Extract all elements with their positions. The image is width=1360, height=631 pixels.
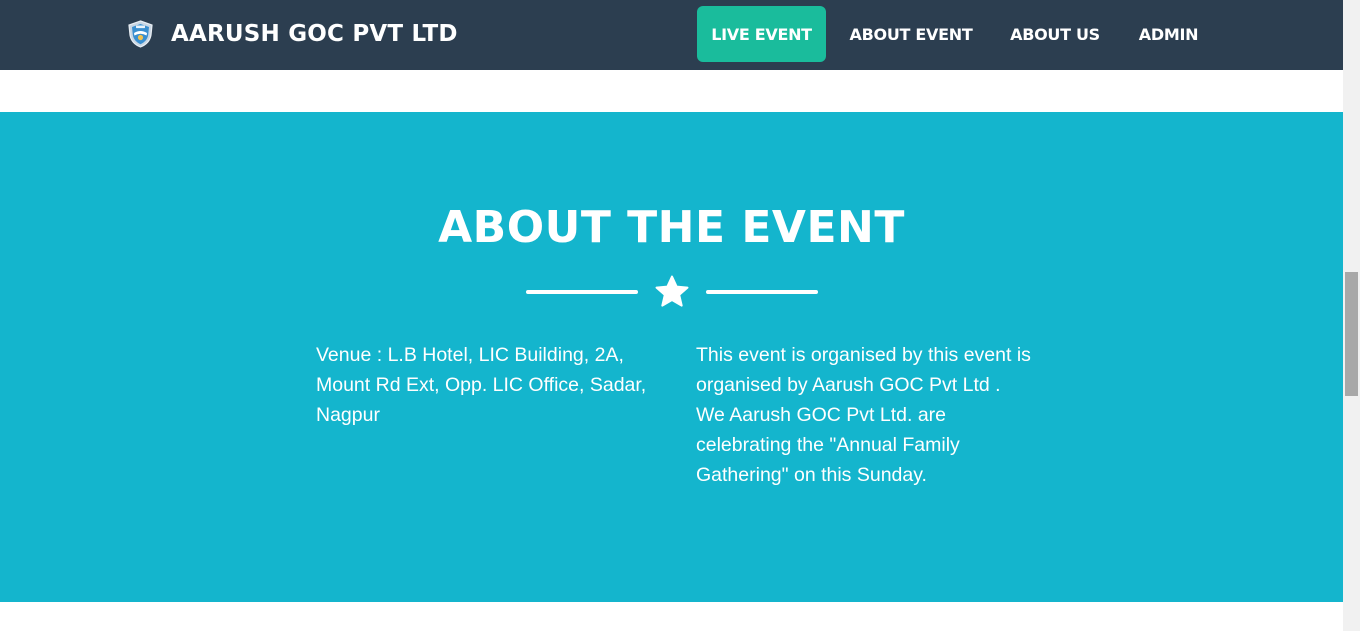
nav-about-event[interactable]: ABOUT EVENT [826,6,996,62]
divider-line-left [526,290,638,294]
shield-logo-icon [128,20,153,48]
event-description: This event is organised by this event is… [696,344,1031,486]
star-icon [655,275,689,307]
page-scrollbar[interactable] [1343,0,1360,631]
navbar: AARUSH GOC PVT LTD LIVE EVENT ABOUT EVEN… [0,0,1343,70]
brand-name: AARUSH GOC PVT LTD [171,21,458,47]
scrollbar-thumb[interactable] [1345,272,1358,396]
about-event-section: ABOUT THE EVENT Venue : L.B Hotel, LIC B… [0,112,1343,602]
nav-live-event[interactable]: LIVE EVENT [697,6,826,62]
browser-viewport: AARUSH GOC PVT LTD LIVE EVENT ABOUT EVEN… [0,0,1360,631]
nav-admin[interactable]: ADMIN [1114,6,1223,62]
section-title: ABOUT THE EVENT [438,202,905,253]
venue-text: Venue : L.B Hotel, LIC Building, 2A, Mou… [316,344,647,426]
brand-link[interactable]: AARUSH GOC PVT LTD [127,20,458,48]
main-nav: LIVE EVENT ABOUT EVENT ABOUT US ADMIN [697,6,1223,62]
star-divider [526,274,818,310]
nav-about-us[interactable]: ABOUT US [996,6,1114,62]
divider-line-right [706,290,818,294]
page: AARUSH GOC PVT LTD LIVE EVENT ABOUT EVEN… [0,0,1343,631]
